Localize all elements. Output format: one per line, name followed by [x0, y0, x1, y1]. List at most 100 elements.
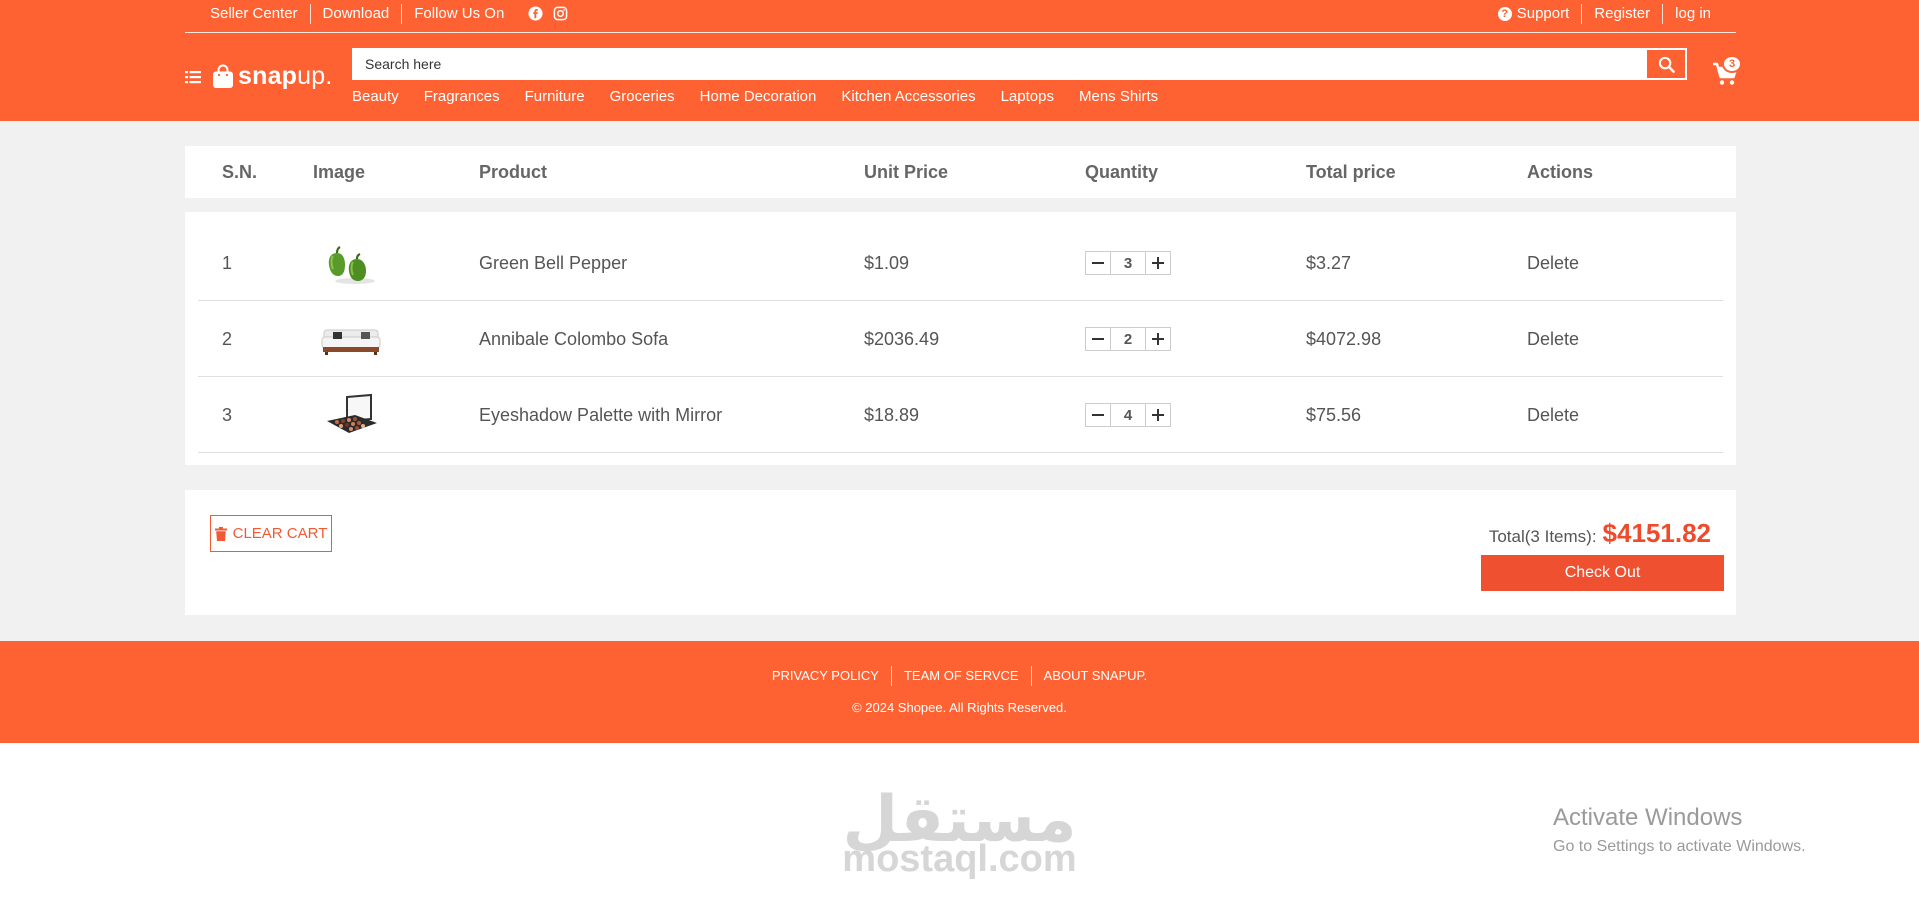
- cart-summary: CLEAR CART Total(3 Items): $4151.82 Chec…: [185, 490, 1736, 615]
- activate-windows-subtitle: Go to Settings to activate Windows.: [1553, 838, 1806, 855]
- site-logo[interactable]: snapup.: [212, 62, 333, 91]
- total-amount: $4151.82: [1602, 518, 1711, 548]
- register-link[interactable]: Register: [1582, 3, 1664, 24]
- cart-table-header: S.N. Image Product Unit Price Quantity T…: [185, 146, 1736, 198]
- minus-icon: [1092, 414, 1104, 416]
- search-button[interactable]: [1647, 50, 1685, 78]
- row-total-price: $4072.98: [1306, 329, 1382, 349]
- top-bar-left: Seller Center Download Follow Us On: [185, 0, 568, 27]
- minus-icon: [1092, 338, 1104, 340]
- decrease-quantity-button[interactable]: [1085, 327, 1111, 351]
- product-name[interactable]: Eyeshadow Palette with Mirror: [479, 377, 722, 453]
- site-header: Seller Center Download Follow Us On ? Su…: [0, 0, 1919, 121]
- category-link[interactable]: Mens Shirts: [1079, 88, 1158, 105]
- product-name[interactable]: Green Bell Pepper: [479, 225, 627, 301]
- privacy-policy-link[interactable]: PRIVACY POLICY: [760, 666, 892, 686]
- table-row: 3 Eyeshadow Palette with Mirror $18.89 4…: [198, 377, 1723, 453]
- unit-price: $2036.49: [864, 329, 940, 349]
- table-row: 2 Annibale Colombo Sofa $2036.49 2 $4072…: [198, 301, 1723, 377]
- site-footer: PRIVACY POLICY TEAM OF SERVCE ABOUT SNAP…: [0, 641, 1919, 743]
- support-label: Support: [1516, 4, 1570, 22]
- clear-cart-label: CLEAR CART: [232, 525, 328, 542]
- column-header-sn: S.N.: [222, 162, 258, 182]
- search-bar: [352, 48, 1687, 80]
- brand-area: snapup.: [185, 62, 333, 91]
- about-link[interactable]: ABOUT SNAPUP.: [1032, 666, 1160, 686]
- instagram-icon[interactable]: [553, 6, 568, 21]
- row-total-price: $3.27: [1306, 253, 1352, 273]
- logo-text-bold: snap: [238, 62, 298, 90]
- category-link[interactable]: Fragrances: [424, 88, 500, 105]
- logo-text: snapup.: [238, 62, 333, 91]
- decrease-quantity-button[interactable]: [1085, 403, 1111, 427]
- plus-icon: [1152, 409, 1164, 421]
- activate-windows-title: Activate Windows: [1553, 804, 1743, 831]
- column-header-actions: Actions: [1527, 162, 1594, 182]
- product-name[interactable]: Annibale Colombo Sofa: [479, 301, 668, 377]
- top-bar-right: ? Support Register log in: [1486, 0, 1736, 27]
- cart-count-badge: 3: [1722, 55, 1742, 73]
- login-link[interactable]: log in: [1663, 4, 1736, 24]
- category-nav: Beauty Fragrances Furniture Groceries Ho…: [352, 88, 1158, 105]
- plus-icon: [1152, 257, 1164, 269]
- search-icon: [1658, 56, 1675, 73]
- category-link[interactable]: Furniture: [525, 88, 585, 105]
- column-header-unit-price: Unit Price: [864, 162, 949, 182]
- category-link[interactable]: Home Decoration: [700, 88, 817, 105]
- cart-total: Total(3 Items): $4151.82: [1489, 518, 1711, 549]
- increase-quantity-button[interactable]: [1145, 251, 1171, 275]
- increase-quantity-button[interactable]: [1145, 327, 1171, 351]
- decrease-quantity-button[interactable]: [1085, 251, 1111, 275]
- copyright-text: © 2024 Shopee. All Rights Reserved.: [852, 700, 1067, 715]
- terms-of-service-link[interactable]: TEAM OF SERVCE: [892, 666, 1032, 686]
- unit-price: $18.89: [864, 405, 920, 425]
- top-bar: Seller Center Download Follow Us On ? Su…: [185, 0, 1736, 33]
- total-label: Total(3 Items):: [1488, 527, 1597, 546]
- shopping-bag-icon: [212, 64, 234, 89]
- column-header-total-price: Total price: [1306, 162, 1396, 182]
- column-header-quantity: Quantity: [1085, 162, 1159, 182]
- row-total-price: $75.56: [1306, 405, 1362, 425]
- quantity-value[interactable]: 4: [1111, 403, 1145, 427]
- checkout-button[interactable]: Check Out: [1481, 555, 1724, 591]
- sofa-image: [319, 315, 383, 363]
- delete-button[interactable]: Delete: [1527, 225, 1579, 301]
- clear-cart-button[interactable]: CLEAR CART: [210, 515, 332, 552]
- help-icon: ?: [1497, 6, 1512, 21]
- quantity-stepper: 4: [1085, 403, 1171, 427]
- footer-links: PRIVACY POLICY TEAM OF SERVCE ABOUT SNAP…: [0, 666, 1919, 686]
- minus-icon: [1092, 262, 1104, 264]
- category-link[interactable]: Groceries: [610, 88, 675, 105]
- follow-us-label: Follow Us On: [414, 4, 505, 22]
- category-link[interactable]: Kitchen Accessories: [841, 88, 975, 105]
- delete-button[interactable]: Delete: [1527, 377, 1579, 453]
- quantity-stepper: 2: [1085, 327, 1171, 351]
- increase-quantity-button[interactable]: [1145, 403, 1171, 427]
- category-link[interactable]: Laptops: [1001, 88, 1054, 105]
- facebook-icon[interactable]: [528, 6, 543, 21]
- support-link[interactable]: ? Support: [1486, 3, 1583, 24]
- search-input[interactable]: [354, 50, 1647, 78]
- unit-price: $1.09: [864, 253, 910, 273]
- green-bell-pepper-image: [319, 239, 383, 287]
- menu-list-icon[interactable]: [185, 70, 201, 84]
- column-header-product: Product: [479, 162, 548, 182]
- delete-button[interactable]: Delete: [1527, 301, 1579, 377]
- eyeshadow-palette-image: [319, 391, 383, 439]
- table-row: 1 Green Bell Pepper $1.09 3 $3.27 Delete: [198, 225, 1723, 301]
- trash-icon: [214, 526, 227, 541]
- plus-icon: [1152, 333, 1164, 345]
- activate-windows-notice: Activate Windows Go to Settings to activ…: [1553, 804, 1806, 856]
- quantity-value[interactable]: 2: [1111, 327, 1145, 351]
- column-header-image: Image: [313, 162, 366, 182]
- quantity-stepper: 3: [1085, 251, 1171, 275]
- category-link[interactable]: Beauty: [352, 88, 399, 105]
- social-links: [528, 6, 568, 21]
- logo-text-light: up.: [297, 62, 333, 90]
- download-link[interactable]: Download: [311, 3, 403, 24]
- cart-table-body: 1 Green Bell Pepper $1.09 3 $3.27 Delete…: [185, 212, 1736, 465]
- seller-center-link[interactable]: Seller Center: [185, 3, 311, 24]
- row-sn: 3: [222, 405, 233, 425]
- row-sn: 2: [222, 329, 233, 349]
- quantity-value[interactable]: 3: [1111, 251, 1145, 275]
